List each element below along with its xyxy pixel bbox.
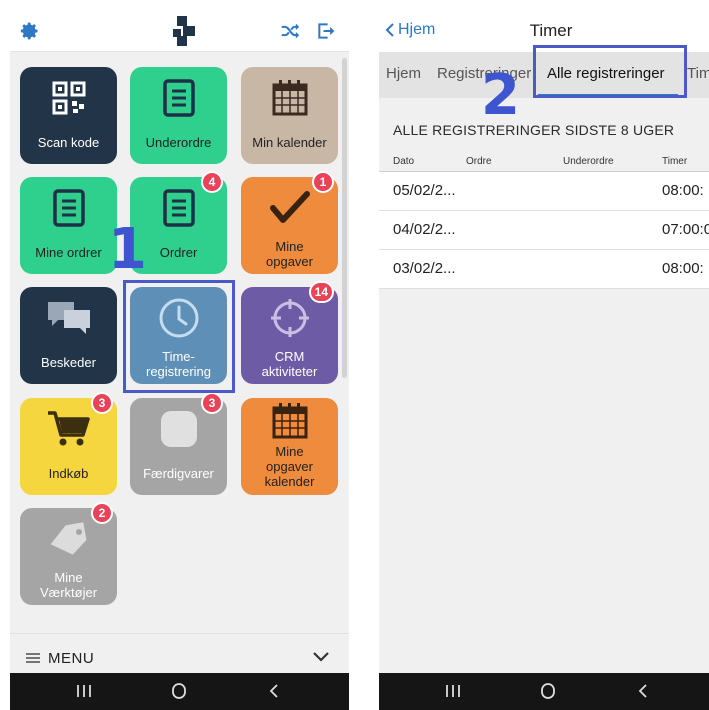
scrollbar[interactable] bbox=[342, 58, 347, 378]
app-logo bbox=[173, 16, 195, 46]
tile-label: CRM aktiviteter bbox=[241, 349, 338, 384]
tile-label: Underordre bbox=[145, 135, 212, 150]
recents-icon[interactable] bbox=[72, 681, 96, 701]
tile-label-line: opgaver bbox=[266, 254, 313, 269]
back-label: Hjem bbox=[398, 21, 436, 38]
home-icon[interactable] bbox=[536, 681, 560, 701]
highlight-box bbox=[123, 280, 235, 393]
tile-label: Min kalender bbox=[252, 135, 327, 150]
tile-label-line: CRM bbox=[274, 349, 305, 364]
tile-label-line: Mine bbox=[275, 444, 304, 459]
system-nav-bar bbox=[379, 673, 709, 710]
hamburger-icon[interactable] bbox=[26, 652, 40, 664]
logout-icon[interactable] bbox=[316, 21, 336, 41]
tile-indkob[interactable]: Indkøb 3 bbox=[20, 392, 117, 495]
tile-min-kalender[interactable]: Min kalender bbox=[241, 67, 338, 164]
tile-label-line: Mine bbox=[275, 239, 304, 254]
tile-mine-vaerktojer[interactable]: Mine Værktøjer 2 bbox=[20, 502, 117, 605]
shuffle-icon[interactable] bbox=[280, 21, 300, 41]
tab-timer[interactable]: Timer bbox=[687, 65, 709, 82]
notification-badge: 3 bbox=[91, 392, 113, 414]
table-row[interactable]: 04/02/2... 07:00:0 bbox=[379, 211, 709, 250]
chevron-left-icon bbox=[385, 23, 394, 37]
tile-label: Scan kode bbox=[37, 135, 100, 150]
step-marker-1: 1 bbox=[108, 217, 147, 282]
section-title: ALLE REGISTRERINGER SIDSTE 8 UGER bbox=[393, 122, 675, 138]
notification-badge: 1 bbox=[312, 171, 334, 193]
tile-label: Mine opgaver kalender bbox=[241, 444, 338, 495]
cell-timer: 07:00:0 bbox=[662, 221, 709, 238]
home-icon[interactable] bbox=[167, 681, 191, 701]
recents-icon[interactable] bbox=[441, 681, 465, 701]
tile-label: Færdigvarer bbox=[143, 466, 214, 481]
notification-badge: 14 bbox=[308, 281, 334, 303]
qr-code-icon bbox=[20, 67, 117, 129]
tile-faerdigvarer[interactable]: Færdigvarer 3 bbox=[130, 392, 227, 495]
tile-label-line: kalender bbox=[264, 474, 315, 489]
document-icon bbox=[20, 177, 117, 239]
cell-dato: 03/02/2... bbox=[393, 260, 456, 277]
table-row[interactable]: 05/02/2... 08:00: bbox=[379, 172, 709, 211]
step-marker-2: 2 bbox=[481, 63, 520, 128]
column-header-timer: Timer bbox=[662, 156, 688, 167]
cell-timer: 08:00: bbox=[662, 260, 704, 277]
cell-dato: 05/02/2... bbox=[393, 182, 456, 199]
tile-label-line: aktiviteter bbox=[261, 364, 318, 379]
chat-icon bbox=[20, 287, 117, 349]
menu-label[interactable]: MENU bbox=[48, 650, 94, 667]
tile-scan-kode[interactable]: Scan kode bbox=[20, 67, 117, 164]
screenshot-stage: Scan kode Underordre Min kalender Mine o… bbox=[0, 0, 709, 710]
left-phone-screen: Scan kode Underordre Min kalender Mine o… bbox=[10, 10, 349, 710]
back-icon[interactable] bbox=[631, 681, 655, 701]
tile-label-line: Mine bbox=[54, 570, 83, 585]
cell-timer: 08:00: bbox=[662, 182, 704, 199]
right-phone-screen: Hjem Timer Hjem Registreringer Alle regi… bbox=[379, 10, 709, 710]
table-row[interactable]: 03/02/2... 08:00: bbox=[379, 250, 709, 289]
tile-label-line: opgaver bbox=[266, 459, 313, 474]
tile-label-line: Værktøjer bbox=[39, 585, 98, 600]
tile-label: Mine ordrer bbox=[35, 245, 102, 260]
tile-mine-ordrer[interactable]: Mine ordrer bbox=[20, 177, 117, 274]
tile-crm-aktiviteter[interactable]: CRM aktiviteter 14 bbox=[241, 281, 338, 384]
gear-icon[interactable] bbox=[20, 21, 40, 41]
tile-label: Mine Værktøjer bbox=[20, 570, 117, 605]
calendar-icon bbox=[241, 67, 338, 129]
page-title: Timer bbox=[529, 21, 573, 40]
tile-mine-opgaver-kalender[interactable]: Mine opgaver kalender bbox=[241, 398, 338, 495]
notification-badge: 4 bbox=[201, 171, 223, 193]
tile-label: Beskeder bbox=[41, 355, 96, 370]
notification-badge: 3 bbox=[201, 392, 223, 414]
highlight-box bbox=[533, 45, 687, 98]
tile-label: Indkøb bbox=[48, 466, 89, 481]
notification-badge: 2 bbox=[91, 502, 113, 524]
back-button[interactable]: Hjem bbox=[385, 21, 435, 39]
tab-hjem[interactable]: Hjem bbox=[386, 65, 421, 82]
cell-dato: 04/02/2... bbox=[393, 221, 456, 238]
tile-beskeder[interactable]: Beskeder bbox=[20, 287, 117, 384]
column-header-dato: Dato bbox=[393, 156, 415, 167]
tile-label: Mine opgaver bbox=[241, 239, 338, 274]
top-bar bbox=[10, 10, 349, 52]
column-header-ordre: Ordre bbox=[466, 156, 492, 167]
chevron-down-icon[interactable] bbox=[312, 650, 330, 664]
tile-underordre[interactable]: Underordre bbox=[130, 67, 227, 164]
system-nav-bar bbox=[10, 673, 349, 710]
back-icon[interactable] bbox=[262, 681, 286, 701]
calendar-icon bbox=[241, 398, 338, 444]
column-header-underordre: Underordre bbox=[563, 156, 614, 167]
document-icon bbox=[130, 67, 227, 129]
tile-mine-opgaver[interactable]: Mine opgaver 1 bbox=[241, 171, 338, 274]
